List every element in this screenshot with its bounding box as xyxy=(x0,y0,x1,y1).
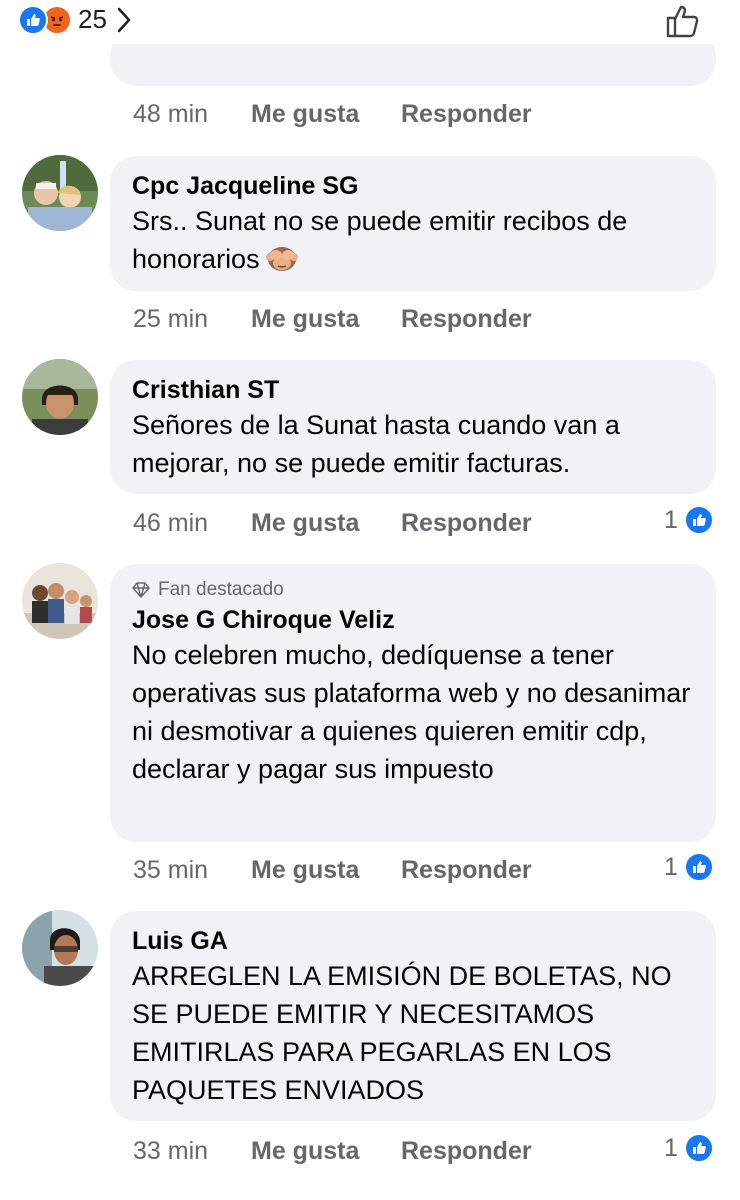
comment-like-count[interactable]: 1 xyxy=(664,852,714,882)
reply-button[interactable]: Responder xyxy=(401,509,532,538)
comment-time: 46 min xyxy=(133,509,209,537)
comment-time: 35 min xyxy=(133,856,209,884)
comment-text: ARREGLEN LA EMISIÓN DE BOLETAS, NO SE PU… xyxy=(132,961,680,1105)
comment-bubble: Luis GA ARREGLEN LA EMISIÓN DE BOLETAS, … xyxy=(110,911,716,1121)
comment-time: 48 min xyxy=(133,100,209,128)
avatar[interactable] xyxy=(22,155,98,231)
comment-actions: 33 min Me gusta Responder xyxy=(133,1137,532,1166)
like-icon xyxy=(18,4,48,35)
like-button[interactable]: Me gusta xyxy=(251,305,401,334)
reply-button[interactable]: Responder xyxy=(401,856,532,885)
like-button[interactable]: Me gusta xyxy=(251,856,401,885)
thumbs-up-icon[interactable] xyxy=(664,2,702,40)
comment-actions: 46 min Me gusta Responder xyxy=(133,509,532,538)
see-no-evil-monkey-icon xyxy=(265,247,298,271)
comment-author[interactable]: Jose G Chiroque Veliz xyxy=(132,604,694,636)
comment-author[interactable]: Cristhian ST xyxy=(132,374,694,406)
chevron-right-icon[interactable] xyxy=(117,7,131,33)
comment-author[interactable]: Cpc Jacqueline SG xyxy=(132,170,694,202)
reply-button[interactable]: Responder xyxy=(401,1137,532,1166)
diamond-icon xyxy=(132,582,150,598)
reactions-bar: 25 xyxy=(0,0,740,44)
like-count-number: 1 xyxy=(664,505,678,534)
previous-comment-actions: 48 min Me gusta Responder xyxy=(133,100,532,129)
reply-button[interactable]: Responder xyxy=(401,100,532,129)
comment-time: 33 min xyxy=(133,1137,209,1165)
top-fan-badge: Fan destacado xyxy=(132,578,694,602)
like-button[interactable]: Me gusta xyxy=(251,1137,401,1166)
avatar[interactable] xyxy=(22,910,98,986)
comment-actions: 35 min Me gusta Responder xyxy=(133,856,532,885)
like-icon xyxy=(683,1133,714,1163)
like-icon xyxy=(683,852,714,882)
like-button[interactable]: Me gusta xyxy=(251,509,401,538)
comment-author[interactable]: Luis GA xyxy=(132,925,694,957)
comment-text: Señores de la Sunat hasta cuando van a m… xyxy=(132,410,628,478)
comment-like-count[interactable]: 1 xyxy=(664,505,714,535)
badge-label: Fan destacado xyxy=(158,579,284,600)
like-button[interactable]: Me gusta xyxy=(251,100,401,129)
avatar[interactable] xyxy=(22,359,98,435)
reactions-summary[interactable]: 25 xyxy=(18,4,131,35)
like-icon xyxy=(683,505,714,535)
like-count-number: 1 xyxy=(664,852,678,881)
comment-time: 25 min xyxy=(133,305,209,333)
comment-text: Srs.. Sunat no se puede emitir recibos d… xyxy=(132,206,635,274)
comment-like-count[interactable]: 1 xyxy=(664,1133,714,1163)
comment-bubble: Cpc Jacqueline SG Srs.. Sunat no se pued… xyxy=(110,156,716,291)
reply-button[interactable]: Responder xyxy=(401,305,532,334)
reaction-count: 25 xyxy=(78,4,107,34)
comment-bubble: Cristhian ST Señores de la Sunat hasta c… xyxy=(110,360,716,494)
comment-text: No celebren mucho, dedíquense a tener op… xyxy=(132,640,698,784)
comment-actions: 25 min Me gusta Responder xyxy=(133,305,532,334)
like-count-number: 1 xyxy=(664,1133,678,1162)
avatar[interactable] xyxy=(22,563,98,639)
comment-bubble: Fan destacado Jose G Chiroque Veliz No c… xyxy=(110,564,716,842)
